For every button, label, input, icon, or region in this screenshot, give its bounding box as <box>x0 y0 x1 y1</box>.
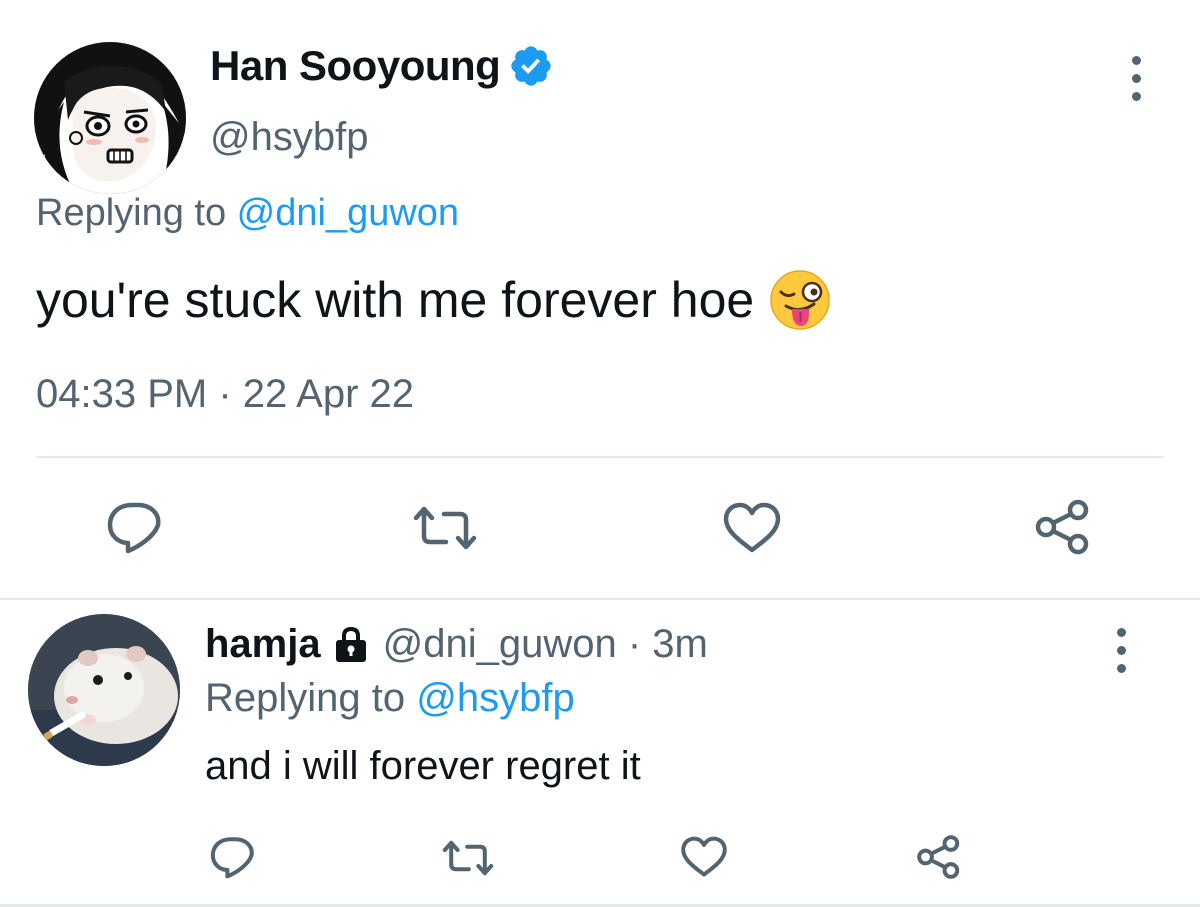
replying-to-mention[interactable]: @hsybfp <box>416 676 574 720</box>
reply-icon[interactable] <box>208 834 258 880</box>
author-avatar[interactable] <box>34 42 186 194</box>
divider <box>36 456 1164 458</box>
winking-face-with-tongue-icon <box>770 270 830 330</box>
replying-to-line: Replying to @dni_guwon <box>36 192 459 235</box>
share-icon[interactable] <box>1034 498 1092 556</box>
replying-to-mention[interactable]: @dni_guwon <box>237 192 459 234</box>
tweet-body: you're stuck with me forever hoe <box>36 272 755 328</box>
verified-badge-icon <box>511 46 551 86</box>
replying-to-label: Replying to <box>205 676 417 720</box>
like-icon[interactable] <box>722 502 782 554</box>
replying-to-label: Replying to <box>36 192 237 234</box>
author-name-row[interactable]: Han Sooyoung <box>210 42 554 90</box>
reply-author-handle-time[interactable]: @dni_guwon · 3m <box>383 622 708 667</box>
reply-author-row: hamja @dni_guwon · 3m <box>205 622 708 667</box>
retweet-icon[interactable] <box>410 504 480 552</box>
share-icon[interactable] <box>916 834 962 880</box>
author-handle[interactable]: @hsybfp <box>210 115 368 160</box>
divider <box>0 598 1200 600</box>
reply-author-name[interactable]: hamja <box>205 622 321 667</box>
more-options-icon[interactable] <box>1114 628 1128 673</box>
tweet-text: you're stuck with me forever hoe <box>36 268 832 332</box>
reply-author-avatar[interactable] <box>28 614 180 766</box>
tweet-timestamp[interactable]: 04:33 PM · 22 Apr 22 <box>36 372 414 417</box>
reply-icon[interactable] <box>104 499 166 555</box>
author-display-name[interactable]: Han Sooyoung <box>210 42 501 90</box>
like-icon[interactable] <box>680 836 728 878</box>
more-options-icon[interactable] <box>1129 56 1143 101</box>
reply-tweet-text: and i will forever regret it <box>205 744 641 788</box>
reply-replying-to-line: Replying to @hsybfp <box>205 676 575 721</box>
retweet-icon[interactable] <box>440 838 496 878</box>
lock-icon <box>335 626 366 662</box>
